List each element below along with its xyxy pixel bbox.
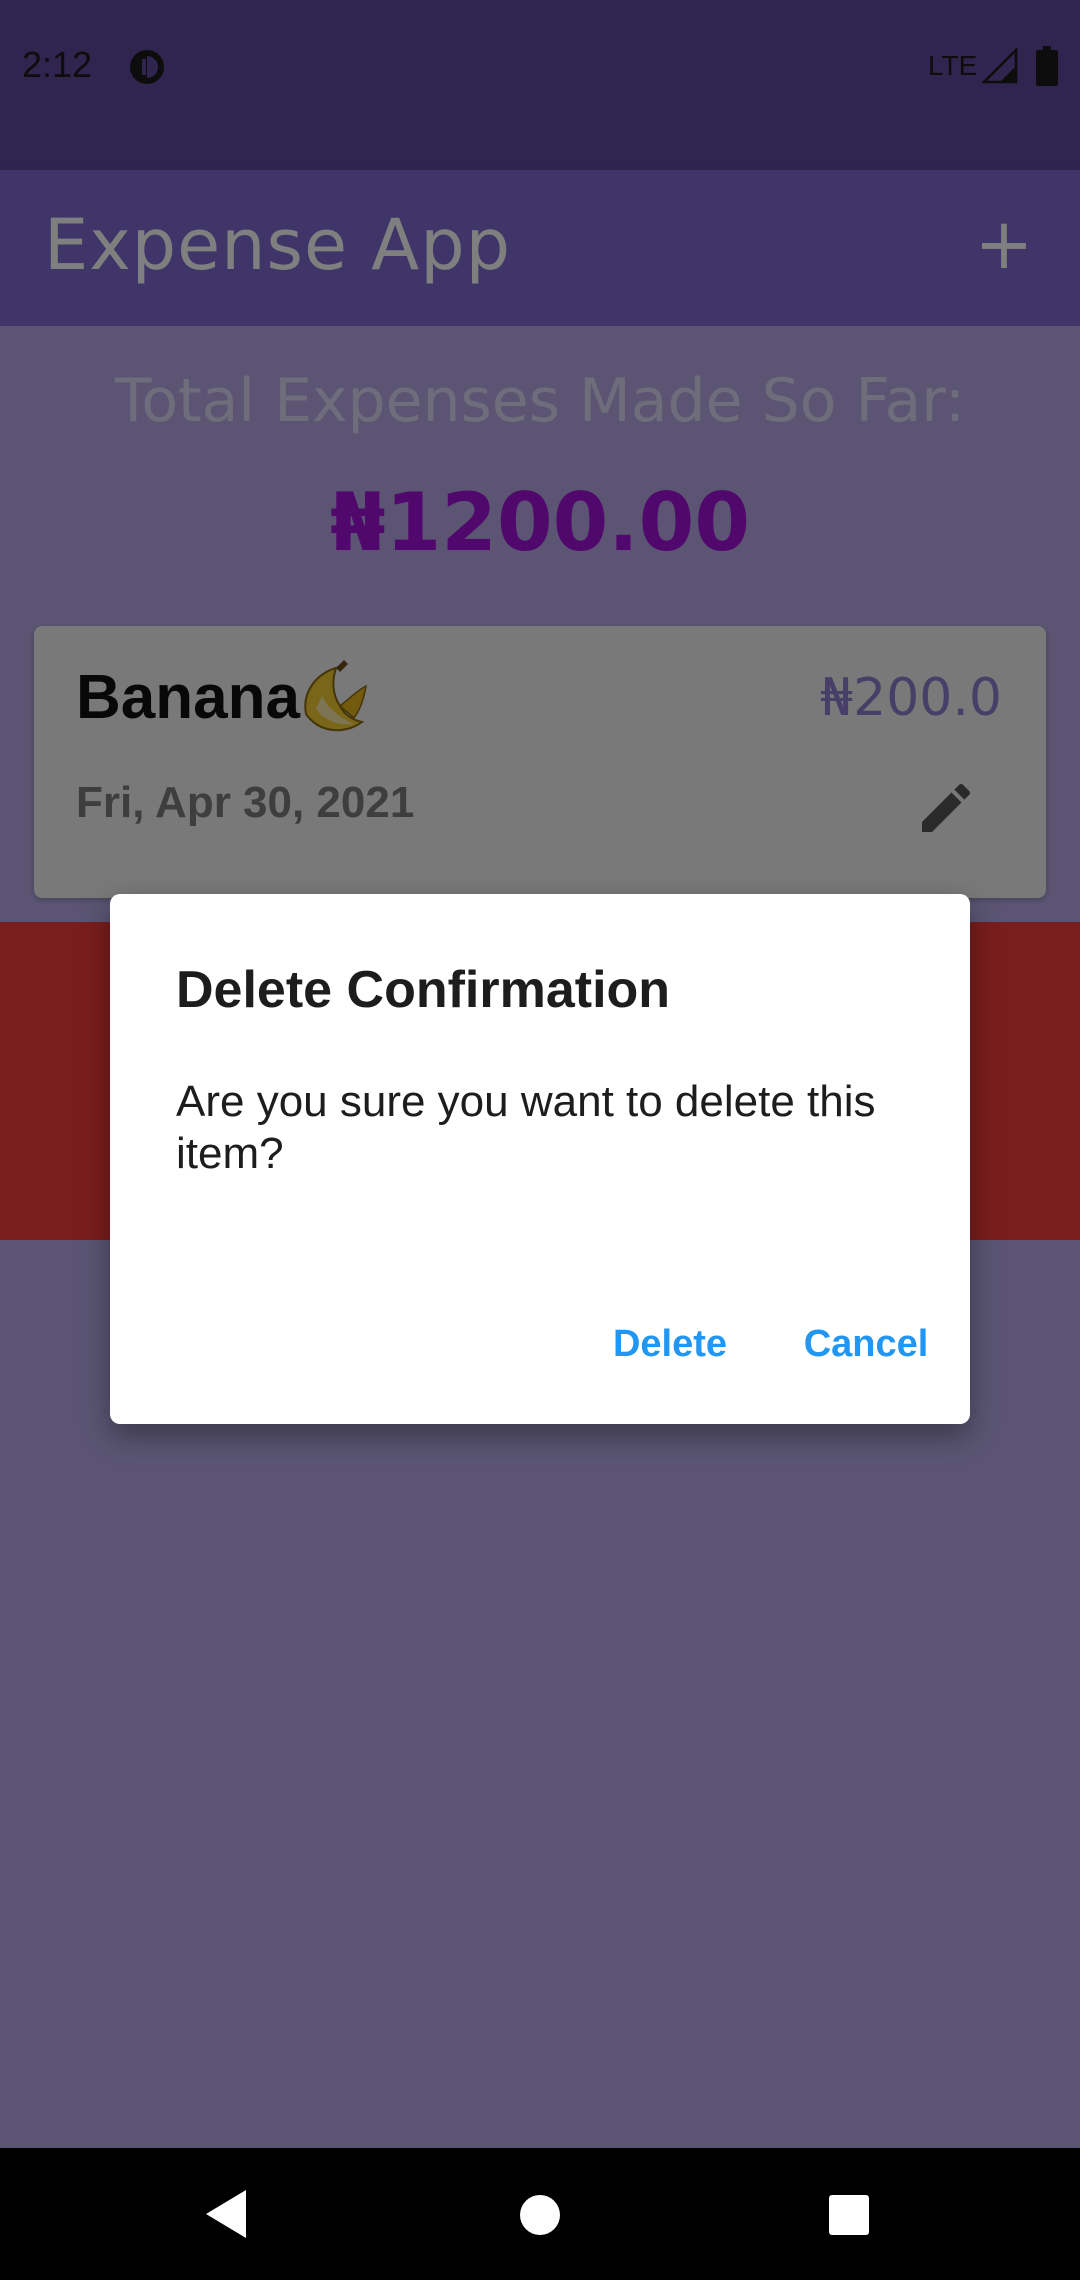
home-icon[interactable]	[519, 2194, 561, 2236]
navigation-bar	[0, 2148, 1080, 2280]
screen: 2:12 LTE Expense App + Total Expenses Ma…	[0, 0, 1080, 2280]
dialog-title: Delete Confirmation	[176, 961, 671, 1019]
delete-confirmation-dialog: Delete Confirmation Are you sure you wan…	[110, 894, 970, 1424]
delete-button[interactable]: Delete	[588, 1302, 752, 1386]
back-icon[interactable]	[198, 2184, 254, 2244]
dialog-message: Are you sure you want to delete this ite…	[176, 1077, 876, 1178]
recents-icon[interactable]	[828, 2194, 870, 2236]
cancel-button[interactable]: Cancel	[784, 1302, 948, 1386]
